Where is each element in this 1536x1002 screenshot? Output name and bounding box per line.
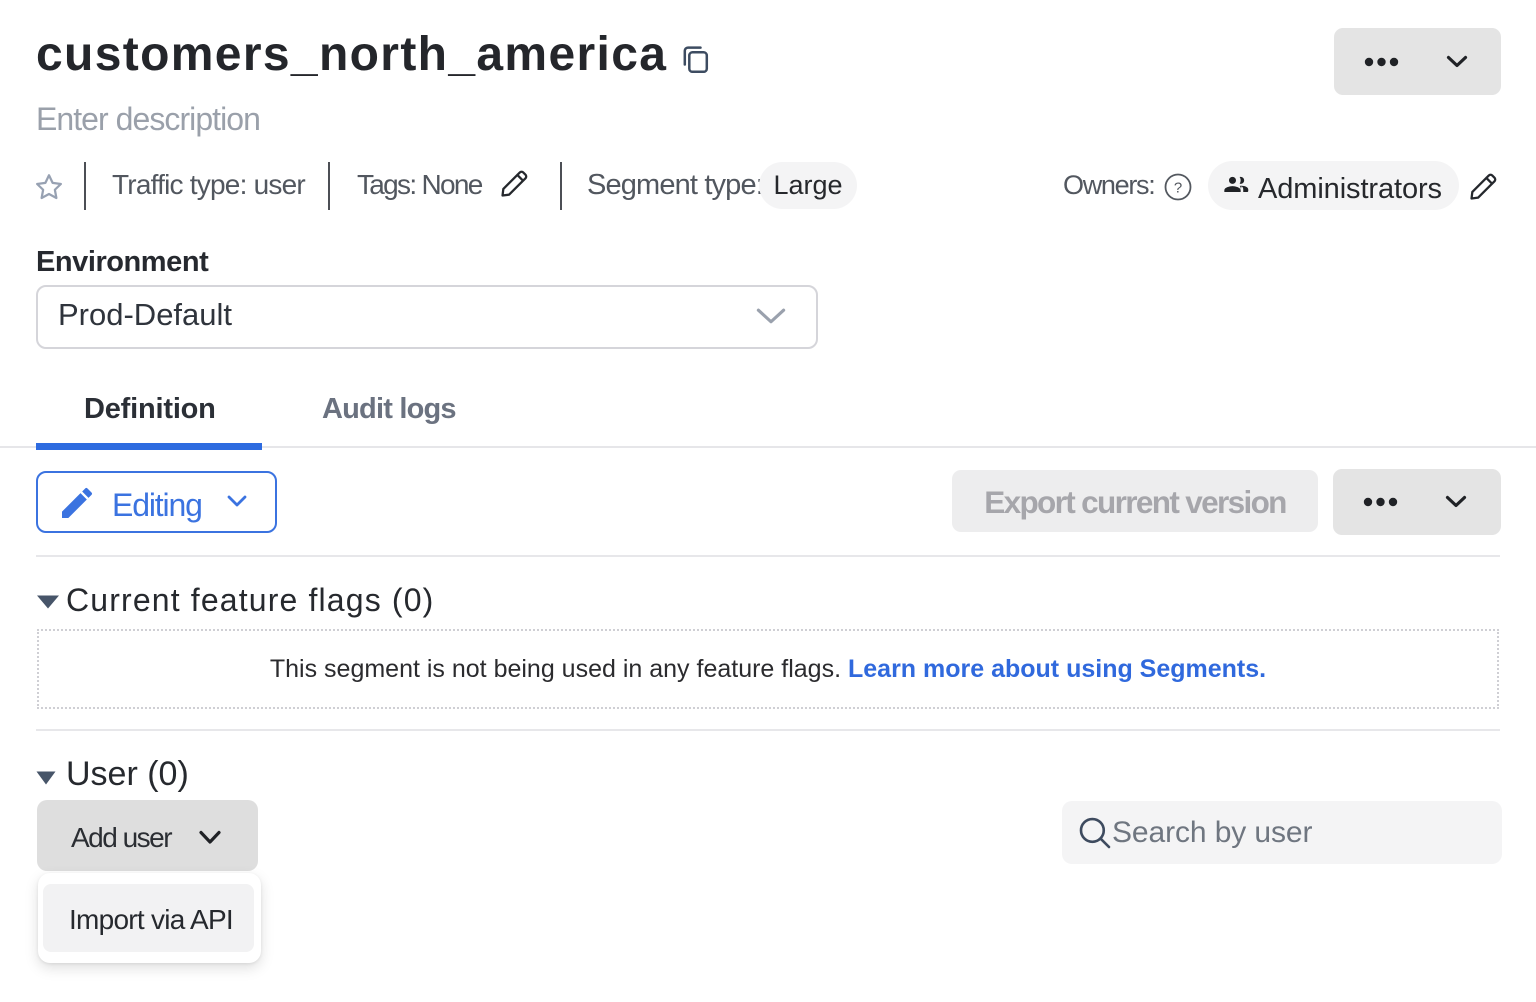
svg-text:?: ? xyxy=(1174,180,1182,197)
